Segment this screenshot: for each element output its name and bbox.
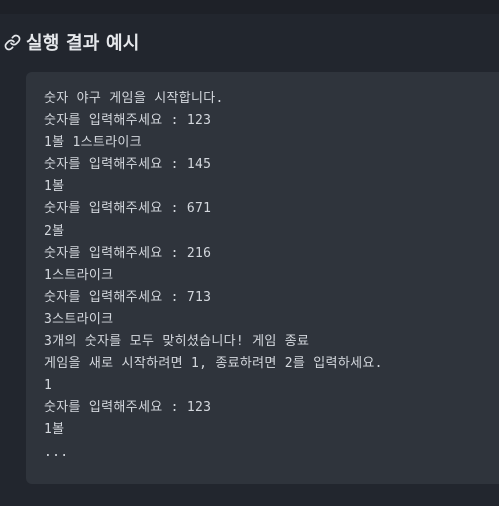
code-line: 1볼 xyxy=(44,179,65,195)
code-line: 1볼 xyxy=(44,422,65,438)
link-icon[interactable] xyxy=(4,34,21,51)
code-line: 숫자 야구 게임을 시작합니다. xyxy=(44,91,224,106)
top-strip xyxy=(0,0,499,14)
code-line: 1볼 1스트라이크 xyxy=(44,135,142,151)
section-heading: 실행 결과 예시 xyxy=(4,30,140,54)
section-title: 실행 결과 예시 xyxy=(26,33,140,54)
code-line: 1 xyxy=(44,378,53,394)
code-line: 3개의 숫자를 모두 맞히셨습니다! 게임 종료 xyxy=(44,334,310,350)
code-block: 숫자 야구 게임을 시작합니다. 숫자를 입력해주세요 : 123 1볼 1스트… xyxy=(26,72,499,484)
code-line: 숫자를 입력해주세요 : 671 xyxy=(44,201,212,217)
code-line: 3스트라이크 xyxy=(44,311,114,327)
code-line: 1스트라이크 xyxy=(44,267,114,283)
code-line: 2볼 xyxy=(44,223,65,239)
code-line: 숫자를 입력해주세요 : 123 xyxy=(44,113,212,129)
code-line: 숫자를 입력해주세요 : 216 xyxy=(44,245,212,261)
code-line: 숫자를 입력해주세요 : 713 xyxy=(44,289,212,305)
code-line: ... xyxy=(44,444,69,460)
code-line: 숫자를 입력해주세요 : 123 xyxy=(44,400,212,416)
code-line: 게임을 새로 시작하려면 1, 종료하려면 2를 입력하세요. xyxy=(44,356,383,372)
code-line: 숫자를 입력해주세요 : 145 xyxy=(44,157,212,173)
